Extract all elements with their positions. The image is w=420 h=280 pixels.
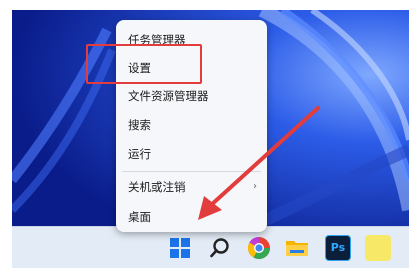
windows-start-icon[interactable] [167,235,193,261]
menu-item-label: 桌面 [128,210,151,224]
desktop-screen: Ps 任务管理器 设置 文件资源管理器 搜索 运行 关机或注销 › 桌面 [12,10,409,268]
menu-item-search[interactable]: 搜索 [116,113,267,137]
menu-item-shutdown-signout[interactable]: 关机或注销 › [116,175,267,199]
taskbar: Ps [12,226,409,268]
chrome-browser-icon[interactable] [246,235,272,261]
menu-item-file-explorer[interactable]: 文件资源管理器 [116,84,267,108]
photoshop-label: Ps [330,241,346,254]
menu-separator [122,171,261,172]
menu-item-label: 关机或注销 [128,180,186,194]
photoshop-icon[interactable]: Ps [325,235,351,261]
menu-item-label: 搜索 [128,118,151,132]
sticky-notes-icon[interactable] [365,235,391,261]
menu-item-run[interactable]: 运行 [116,142,267,166]
menu-item-desktop[interactable]: 桌面 [116,205,267,229]
search-icon[interactable] [207,235,233,261]
file-explorer-icon[interactable] [284,235,310,261]
settings-highlight-box [86,44,202,84]
menu-item-label: 运行 [128,147,151,161]
menu-item-label: 文件资源管理器 [128,89,209,103]
chevron-right-icon: › [253,181,257,192]
